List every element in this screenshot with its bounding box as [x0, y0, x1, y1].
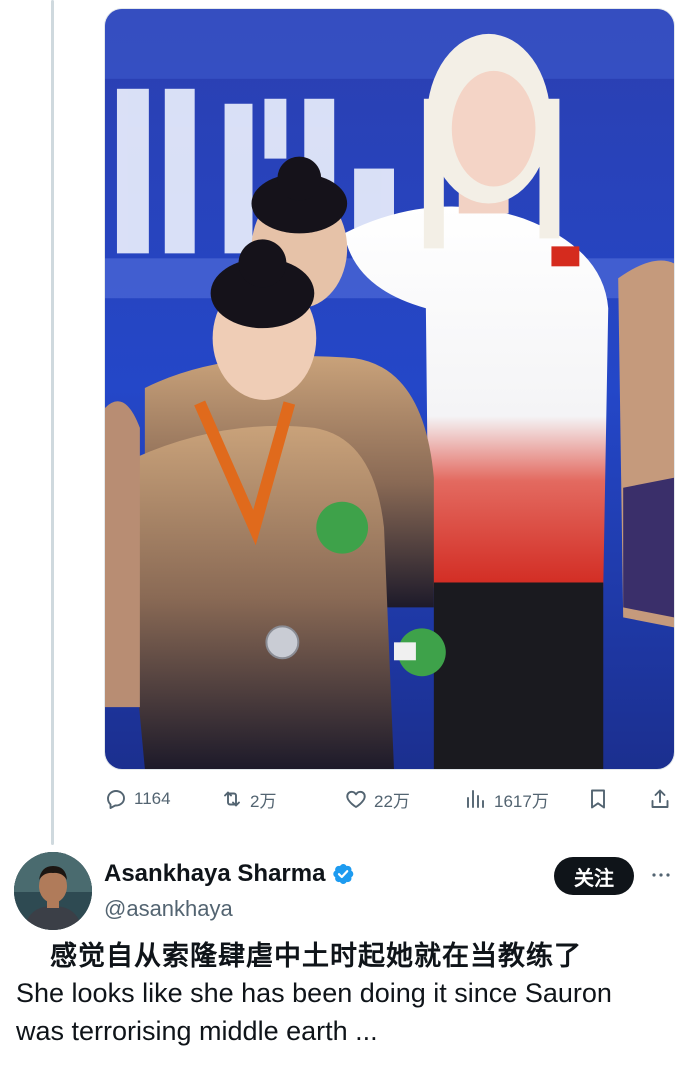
reply-icon [107, 790, 125, 809]
retweet-button[interactable]: 2万 [220, 782, 276, 816]
retweet-icon [224, 791, 240, 807]
share-icon [651, 789, 669, 808]
views-count: 1617万 [494, 791, 549, 811]
bookmark-button[interactable] [586, 782, 610, 816]
follow-button[interactable]: 关注 [554, 857, 634, 895]
tweet-translation-text: 感觉自从索隆肆虐中土时起她就在当教练了 [50, 941, 582, 972]
thread-connector-line [51, 0, 54, 845]
views-button[interactable]: 1617万 [464, 782, 549, 816]
tweet-media-photo[interactable] [104, 8, 675, 770]
views-chart-icon [467, 790, 484, 808]
author-name[interactable]: Asankhaya Sharma [104, 860, 355, 888]
retweet-count: 2万 [250, 791, 277, 811]
heart-icon [346, 790, 366, 808]
bookmark-icon [591, 789, 605, 809]
like-button[interactable]: 22万 [344, 782, 410, 816]
photo-podium-gymnasts-and-coach [105, 9, 674, 769]
like-count: 22万 [374, 791, 410, 811]
share-button[interactable] [648, 782, 672, 816]
tweet-action-bar: 1164 2万 22万 1617万 [104, 782, 675, 816]
more-dots-icon [652, 873, 670, 877]
avatar[interactable] [14, 852, 92, 930]
tweet-thread: 1164 2万 22万 1617万 Asankhaya Sharma @asan… [0, 0, 690, 1074]
verified-badge-icon [331, 862, 355, 886]
author-name-text: Asankhaya Sharma [104, 860, 326, 887]
reply-count: 1164 [134, 789, 171, 808]
avatar-photo [14, 852, 92, 930]
tweet-body-text: She looks like she has been doing it sin… [16, 978, 612, 1046]
reply-button[interactable]: 1164 [104, 782, 171, 816]
author-handle[interactable]: @asankhaya [104, 896, 233, 922]
more-options-button[interactable] [646, 860, 676, 890]
